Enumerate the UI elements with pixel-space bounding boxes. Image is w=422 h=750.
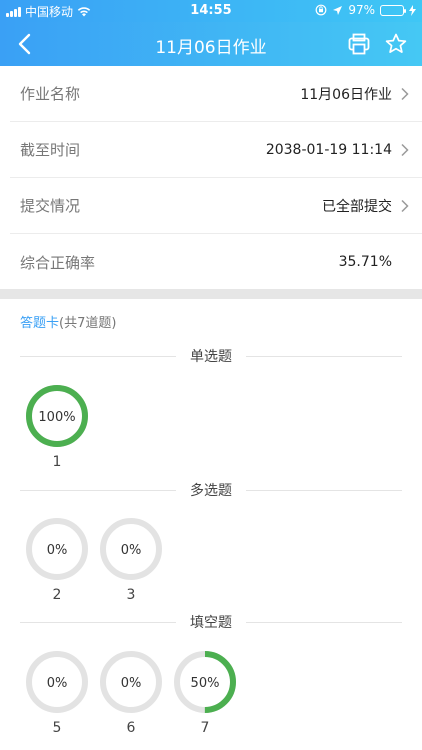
question-progress-ring: 0% xyxy=(100,651,162,713)
question-number: 2 xyxy=(52,587,62,603)
question-progress-ring: 0% xyxy=(100,518,162,580)
question-progress-ring: 100% xyxy=(26,385,88,447)
question-percent: 0% xyxy=(47,543,68,558)
location-icon xyxy=(333,5,343,15)
info-row-deadline[interactable]: 截至时间 2038-01-19 11:14 xyxy=(10,122,422,178)
section-divider xyxy=(0,289,422,299)
chevron-right-icon xyxy=(401,143,409,156)
star-icon[interactable] xyxy=(384,32,408,56)
group-header-single-choice: 单选题 xyxy=(20,346,402,366)
question-number: 3 xyxy=(126,587,136,603)
group-label: 多选题 xyxy=(190,483,232,499)
print-icon[interactable] xyxy=(348,33,370,55)
answer-card-label: 答题卡 xyxy=(20,316,60,331)
battery-percent: 97% xyxy=(348,3,375,17)
group-header-fill-in: 填空题 xyxy=(20,612,402,632)
charging-icon xyxy=(409,4,416,16)
question-item[interactable]: 0% 2 xyxy=(25,517,89,603)
info-value: 已全部提交 xyxy=(322,198,392,215)
info-row-accuracy: 综合正确率 35.71% xyxy=(10,234,422,290)
homework-info-list: 作业名称 11月06日作业 截至时间 2038-01-19 11:14 提交情况… xyxy=(0,66,422,290)
chevron-right-icon xyxy=(401,87,409,100)
status-right: 97% xyxy=(315,3,416,17)
group-label: 填空题 xyxy=(190,615,232,631)
nav-bar: 11月06日作业 xyxy=(0,22,422,66)
answer-card-title: 答题卡(共7道题) xyxy=(20,312,116,331)
question-item[interactable]: 0% 6 xyxy=(99,650,163,736)
question-percent: 100% xyxy=(38,410,75,425)
question-item[interactable]: 50% 7 xyxy=(173,650,237,736)
question-progress-ring: 0% xyxy=(26,518,88,580)
question-number: 6 xyxy=(126,720,136,736)
group-header-multiple-choice: 多选题 xyxy=(20,480,402,500)
info-value: 35.71% xyxy=(338,254,392,270)
info-label: 作业名称 xyxy=(20,85,81,103)
question-number: 5 xyxy=(52,720,62,736)
info-value: 11月06日作业 xyxy=(300,86,392,103)
info-row-submission[interactable]: 提交情况 已全部提交 xyxy=(10,178,422,234)
question-item[interactable]: 0% 5 xyxy=(25,650,89,736)
info-label: 综合正确率 xyxy=(20,253,96,272)
question-percent: 0% xyxy=(47,676,68,691)
question-count: (共7道题) xyxy=(59,316,117,331)
question-percent: 0% xyxy=(121,543,142,558)
info-value: 2038-01-19 11:14 xyxy=(265,141,392,158)
question-item[interactable]: 100% 1 xyxy=(25,384,89,470)
question-number: 7 xyxy=(200,720,210,736)
question-percent: 50% xyxy=(191,676,220,691)
chevron-right-icon xyxy=(401,199,409,212)
question-percent: 0% xyxy=(121,676,142,691)
question-progress-ring: 0% xyxy=(26,651,88,713)
info-label: 截至时间 xyxy=(20,141,81,159)
info-row-name[interactable]: 作业名称 11月06日作业 xyxy=(10,66,422,122)
battery-icon xyxy=(380,4,406,16)
question-progress-ring: 50% xyxy=(174,651,236,713)
rotation-lock-icon xyxy=(315,4,327,16)
question-number: 1 xyxy=(52,454,62,470)
question-item[interactable]: 0% 3 xyxy=(99,517,163,603)
info-label: 提交情况 xyxy=(20,197,81,215)
group-label: 单选题 xyxy=(190,349,232,365)
status-bar: 中国移动 14:55 97% xyxy=(0,0,422,22)
